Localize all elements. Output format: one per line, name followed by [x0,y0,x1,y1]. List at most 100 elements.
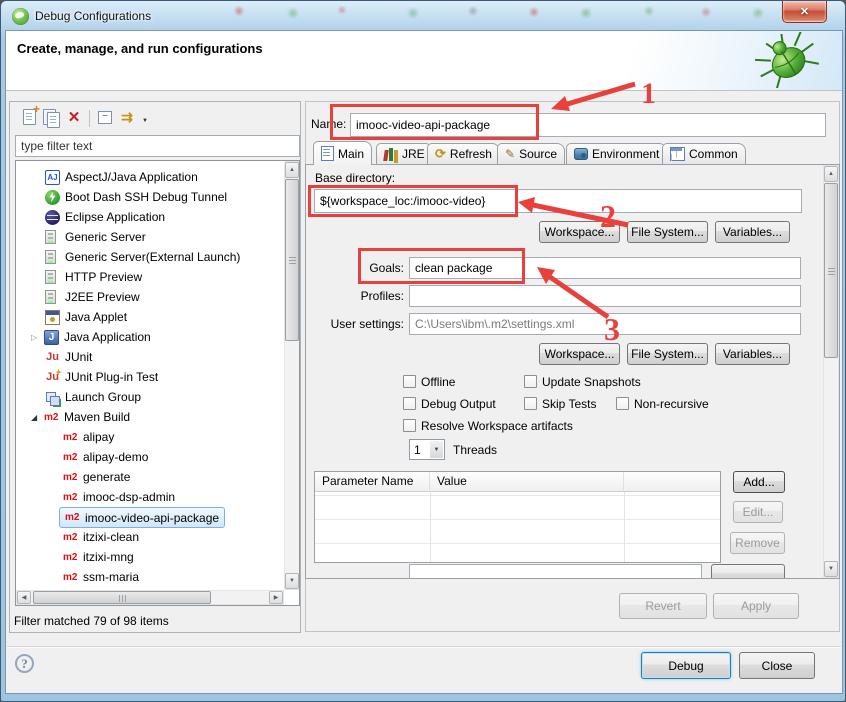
user-settings-input[interactable] [409,313,801,335]
debug-button[interactable]: Debug [641,652,731,679]
non-recursive-checkbox[interactable] [616,397,629,410]
cutoff-button[interactable] [711,564,785,578]
remove-parameter-button[interactable]: Remove [730,532,785,554]
footer-separator [7,646,841,647]
aspectj-icon: AJ [45,169,60,185]
tab-jre[interactable]: JRE [376,143,433,164]
tree-item-http-preview[interactable]: HTTP Preview [45,267,142,287]
tree-item-ssm-maria[interactable]: m2 ssm-maria [63,567,139,587]
tab-common[interactable]: Common [662,143,746,164]
tree-item-itzixi-clean[interactable]: m2 itzixi-clean [63,527,139,547]
tab-refresh[interactable]: ⟳ Refresh [427,143,500,164]
tree-hscrollbar-thumb[interactable] [33,591,211,604]
user-settings-label: User settings: [330,317,404,331]
content-scrollbar-thumb[interactable] [824,183,838,358]
toolbar-separator [89,110,90,127]
resolve-workspace-artifacts-checkbox[interactable] [403,419,416,432]
arrow-right-icon: ▶ [273,595,279,601]
delete-configuration-button[interactable]: ✕ [65,108,83,126]
filter-input[interactable] [15,135,300,157]
tree-item-imooc-video-api-package-selected[interactable]: m2 imooc-video-api-package [59,507,226,528]
tree-item-itzixi-mng[interactable]: m2 itzixi-mng [63,547,134,567]
column-header-value[interactable]: Value [430,472,624,492]
column-header-blank[interactable] [624,472,720,492]
applet-icon [45,309,60,325]
offline-checkbox[interactable] [403,375,416,388]
close-button[interactable]: Close [739,652,815,679]
threads-select[interactable]: 1 ▼ [409,439,445,460]
scroll-left-button[interactable]: ◀ [17,591,31,604]
apply-button[interactable]: Apply [713,593,799,619]
cutoff-field[interactable] [409,564,702,578]
source-tab-icon: ✎ [505,147,516,161]
java-icon: J [44,329,59,345]
skip-tests-checkbox[interactable] [524,397,537,410]
filter-configurations-button[interactable]: ⇉ [118,108,136,126]
update-snapshots-checkbox[interactable] [524,375,537,388]
tree-item-boot-dash[interactable]: Boot Dash SSH Debug Tunnel [45,187,227,207]
tab-main[interactable]: Main [313,141,373,165]
base-directory-input[interactable] [314,189,802,213]
scroll-down-button[interactable]: ▼ [285,573,299,589]
workspace-button[interactable]: Workspace... [539,221,620,243]
scroll-up-button[interactable]: ▲ [824,166,838,182]
filter-menu-dropdown[interactable]: ▼ [140,112,150,130]
server-icon [45,230,56,244]
tree-item-java-applet[interactable]: Java Applet [45,307,127,327]
configurations-tree: AJ AspectJ/Java Application Boot Dash SS… [15,160,300,606]
scroll-down-button[interactable]: ▼ [824,561,838,577]
twisty-collapsed-icon[interactable]: ▷ [31,333,44,342]
tree-item-alipay-demo[interactable]: m2 alipay-demo [63,447,148,467]
tree-item-j2ee-preview[interactable]: J2EE Preview [45,287,140,307]
file-system-button-2[interactable]: File System... [627,343,708,365]
column-divider [624,492,625,562]
debug-output-checkbox[interactable] [403,397,416,410]
file-system-button[interactable]: File System... [627,221,708,243]
variables-button-2[interactable]: Variables... [715,343,790,365]
app-icon [12,8,29,25]
tree-item-eclipse-application[interactable]: Eclipse Application [45,207,165,227]
goals-input[interactable] [409,257,801,279]
scroll-up-button[interactable]: ▲ [285,162,299,178]
tree-item-alipay[interactable]: m2 alipay [63,427,114,447]
add-parameter-button[interactable]: Add... [733,471,785,493]
close-window-button[interactable]: ✕ [782,1,827,23]
help-button[interactable]: ? [15,654,34,673]
collapse-all-button[interactable]: − [96,109,114,127]
tree-item-junit-plugin-test[interactable]: Ju JUnit Plug-in Test [45,365,158,387]
launch-group-icon [45,390,60,406]
variables-button[interactable]: Variables... [715,221,790,243]
tree-item-imooc-dsp-admin[interactable]: m2 imooc-dsp-admin [63,487,175,507]
tab-environment[interactable]: Environment [566,143,668,164]
tab-source[interactable]: ✎ Source [497,143,566,164]
tree-item-java-application[interactable]: ▷ J Java Application [31,327,151,347]
tree-item-generic-server-external[interactable]: Generic Server(External Launch) [45,247,240,267]
edit-parameter-button[interactable]: Edit... [733,501,783,523]
dialog-header-title: Create, manage, and run configurations [17,41,263,56]
scroll-right-button[interactable]: ▶ [269,591,283,604]
maven-icon: m2 [63,491,78,503]
column-header-parameter-name[interactable]: Parameter Name [315,472,430,492]
duplicate-configuration-button[interactable] [42,108,60,128]
profiles-input[interactable] [409,285,801,307]
twisty-expanded-icon[interactable]: ◢ [31,413,44,422]
close-icon: ✕ [799,6,810,18]
configuration-name-input[interactable] [350,113,826,137]
collapse-all-icon: − [98,111,112,124]
threads-label: Threads [453,443,498,457]
new-configuration-button[interactable]: + [20,102,40,126]
tree-scrollbar-thumb[interactable] [285,179,299,341]
tree-item-aspectj[interactable]: AJ AspectJ/Java Application [45,167,198,187]
tree-item-generate[interactable]: m2 generate [63,467,130,487]
maven-icon: m2 [63,451,78,463]
revert-button[interactable]: Revert [619,593,707,619]
tree-item-junit[interactable]: Ju JUnit [45,347,92,367]
arrow-up-icon: ▲ [289,167,295,173]
arrow-down-icon: ▼ [828,566,834,572]
parameter-table[interactable]: Parameter Name Value [314,471,721,563]
name-label: Name: [311,117,347,131]
workspace-button-2[interactable]: Workspace... [539,343,620,365]
tree-item-maven-build[interactable]: ◢ m2 Maven Build [31,407,130,427]
tree-item-generic-server[interactable]: Generic Server [45,227,146,247]
tree-item-launch-group[interactable]: Launch Group [45,387,141,407]
